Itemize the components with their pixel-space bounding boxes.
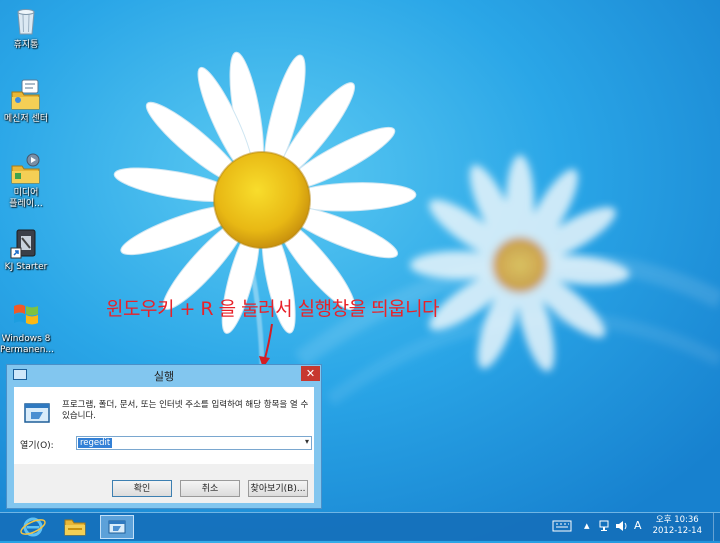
open-combobox[interactable]: regedit ▾ <box>76 436 312 450</box>
desktop-icon-label-line2: Permanen... <box>0 345 54 355</box>
instruction-annotation: 윈도우키 + R 을 눌러서 실행창을 띄웁니다 <box>106 298 440 320</box>
desktop-icon-label-line2: 플레이... <box>9 199 43 209</box>
open-label: 열기(O): <box>20 441 54 451</box>
desktop-icon-label: 메신저 센터 <box>3 114 49 124</box>
media-player-folder-icon <box>9 152 43 186</box>
taskbar: ▴ A 오후 10:36 2012-12-14 <box>0 512 720 541</box>
ok-button[interactable]: 확인 <box>112 480 172 497</box>
browse-button[interactable]: 찾아보기(B)... <box>248 480 308 497</box>
desktop-icon-media-player[interactable]: 미디어 플레이... <box>0 152 52 210</box>
clock-time: 오후 10:36 <box>655 515 699 525</box>
desktop-icon-label: KJ Starter <box>4 262 48 272</box>
recycle-bin-icon <box>9 4 43 38</box>
internet-explorer-icon <box>20 517 46 537</box>
chevron-up-icon[interactable]: ▴ <box>584 519 590 532</box>
run-dialog-title: 실행 <box>153 370 175 383</box>
run-program-icon <box>24 403 50 423</box>
show-desktop-button[interactable] <box>713 513 720 541</box>
file-explorer-icon <box>64 519 86 536</box>
cancel-button[interactable]: 취소 <box>180 480 240 497</box>
network-icon[interactable] <box>598 519 612 536</box>
clock-date: 2012-12-14 <box>652 526 702 536</box>
kj-starter-icon <box>9 226 43 260</box>
desktop-icon-label: 미디어 <box>13 188 39 198</box>
run-dialog-titlebar[interactable]: 실행 ✕ <box>7 365 321 385</box>
speaker-icon[interactable] <box>614 519 628 536</box>
desktop-icon-kj-starter[interactable]: KJ Starter <box>0 226 52 273</box>
desktop-icon-recycle-bin[interactable]: 휴지통 <box>0 4 52 51</box>
desktop-icon-messenger-center[interactable]: 메신저 센터 <box>0 78 52 125</box>
close-button[interactable]: ✕ <box>301 366 320 381</box>
desktop-icon-windows8-permanent[interactable]: Windows 8 Permanen... <box>0 298 54 356</box>
chevron-down-icon[interactable]: ▾ <box>305 437 309 446</box>
run-dialog-footer: 확인 취소 찾아보기(B)... <box>14 464 314 503</box>
run-dialog-icon <box>108 520 126 534</box>
run-dialog-description: 프로그램, 폴더, 문서, 또는 인터넷 주소를 입력하여 해당 항목을 열 수… <box>62 400 309 421</box>
taskbar-file-explorer[interactable] <box>58 515 92 539</box>
run-dialog: 실행 ✕ 프로그램, 폴더, 문서, 또는 인터넷 주소를 입력하여 해당 항목… <box>6 364 322 509</box>
ime-mode-indicator[interactable]: A <box>634 519 642 532</box>
open-input-value[interactable]: regedit <box>78 438 113 448</box>
taskbar-run[interactable] <box>100 515 134 539</box>
keyboard-icon[interactable] <box>552 519 572 536</box>
windows-logo-icon <box>9 298 43 332</box>
taskbar-clock[interactable]: 오후 10:36 2012-12-14 <box>653 515 702 537</box>
desktop-icon-label: Windows 8 <box>1 334 51 344</box>
taskbar-internet-explorer[interactable] <box>16 515 50 539</box>
run-dialog-body: 프로그램, 폴더, 문서, 또는 인터넷 주소를 입력하여 해당 항목을 열 수… <box>14 387 314 464</box>
desktop-icon-label: 휴지통 <box>13 40 39 50</box>
messenger-folder-icon <box>9 78 43 112</box>
